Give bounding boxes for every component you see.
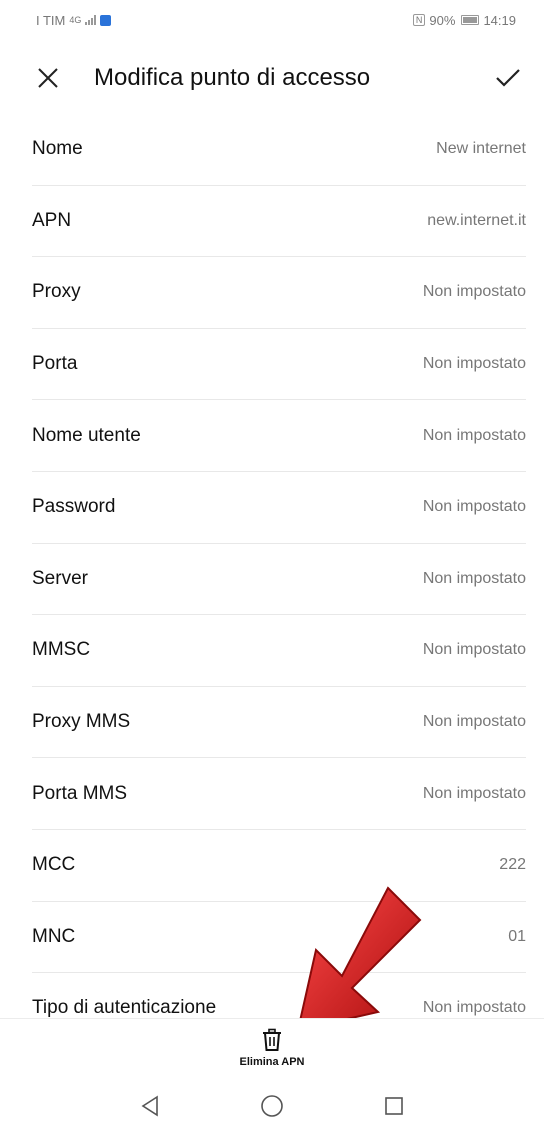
apn-field-row[interactable]: Proxy MMS Non impostato	[32, 687, 526, 759]
signal-icon	[85, 15, 97, 25]
home-circle-icon[interactable]	[256, 1090, 288, 1122]
field-label: Server	[32, 567, 88, 589]
field-value: Non impostato	[422, 426, 526, 444]
apn-edit-screen: I TIM 4G N 90% 14:19 Modifica punto di a…	[0, 0, 544, 1136]
apn-field-row[interactable]: Server Non impostato	[32, 544, 526, 616]
app-notification-icon	[100, 14, 112, 26]
field-label: Tipo di autenticazione	[32, 997, 217, 1019]
field-label: Porta	[32, 353, 78, 375]
bottom-action-bar: Elimina APN	[0, 1018, 544, 1077]
field-label: MMSC	[32, 639, 91, 661]
field-value: Non impostato	[422, 641, 526, 659]
field-value: Non impostato	[422, 283, 526, 301]
field-label: Password	[32, 496, 116, 518]
status-time: 14:19	[483, 12, 516, 28]
field-value: Non impostato	[422, 569, 526, 587]
apn-field-row[interactable]: MMSC Non impostato	[32, 615, 526, 687]
apn-field-row[interactable]: Nome New internet	[32, 114, 526, 186]
trash-icon	[263, 1028, 281, 1051]
back-triangle-icon[interactable]	[134, 1090, 166, 1122]
field-label: MNC	[32, 925, 76, 947]
apn-field-row[interactable]: Porta Non impostato	[32, 329, 526, 401]
field-label: MCC	[32, 854, 76, 876]
status-right: N 90% 14:19	[412, 12, 516, 28]
status-bar: I TIM 4G N 90% 14:19	[0, 0, 544, 40]
nfc-icon: N	[412, 14, 426, 26]
field-value: Non impostato	[422, 713, 526, 731]
field-value: Non impostato	[422, 355, 526, 373]
status-left: I TIM 4G	[36, 12, 112, 28]
carrier-name: I TIM	[36, 12, 66, 28]
field-value: Non impostato	[422, 784, 526, 802]
network-type: 4G	[69, 15, 82, 25]
field-label: Proxy	[32, 281, 81, 303]
field-value: 222	[499, 856, 526, 874]
field-label: APN	[32, 209, 72, 231]
field-label: Nome utente	[32, 424, 141, 446]
apn-field-row[interactable]: Proxy Non impostato	[32, 257, 526, 329]
delete-apn-label: Elimina APN	[239, 1056, 305, 1068]
apn-field-row[interactable]: MCC 222	[32, 830, 526, 902]
field-label: Proxy MMS	[32, 711, 131, 733]
apn-field-row[interactable]: Nome utente Non impostato	[32, 400, 526, 472]
field-label: Porta MMS	[32, 782, 128, 804]
delete-apn-button[interactable]: Elimina APN	[240, 1028, 305, 1068]
system-nav-bar	[0, 1076, 544, 1136]
field-value: 01	[508, 927, 526, 945]
field-value: new.internet.it	[427, 211, 526, 229]
app-header: Modifica punto di accesso	[0, 50, 544, 106]
apn-field-row[interactable]: MNC 01	[32, 902, 526, 974]
apn-field-row[interactable]: Password Non impostato	[32, 472, 526, 544]
battery-percent: 90%	[429, 12, 456, 28]
field-label: Nome	[32, 138, 83, 160]
apn-field-row[interactable]: APN new.internet.it	[32, 186, 526, 258]
page-title: Modifica punto di accesso	[94, 64, 371, 91]
check-icon[interactable]	[492, 62, 524, 94]
close-icon[interactable]	[32, 62, 64, 94]
field-value: Non impostato	[422, 999, 526, 1017]
battery-icon	[461, 15, 480, 25]
apn-field-list: Nome New internet APN new.internet.it Proxy N…	[32, 114, 526, 1045]
field-value: New internet	[436, 140, 526, 158]
apn-field-row[interactable]: Porta MMS Non impostato	[32, 758, 526, 830]
field-value: Non impostato	[422, 498, 526, 516]
recents-square-icon[interactable]	[378, 1090, 410, 1122]
